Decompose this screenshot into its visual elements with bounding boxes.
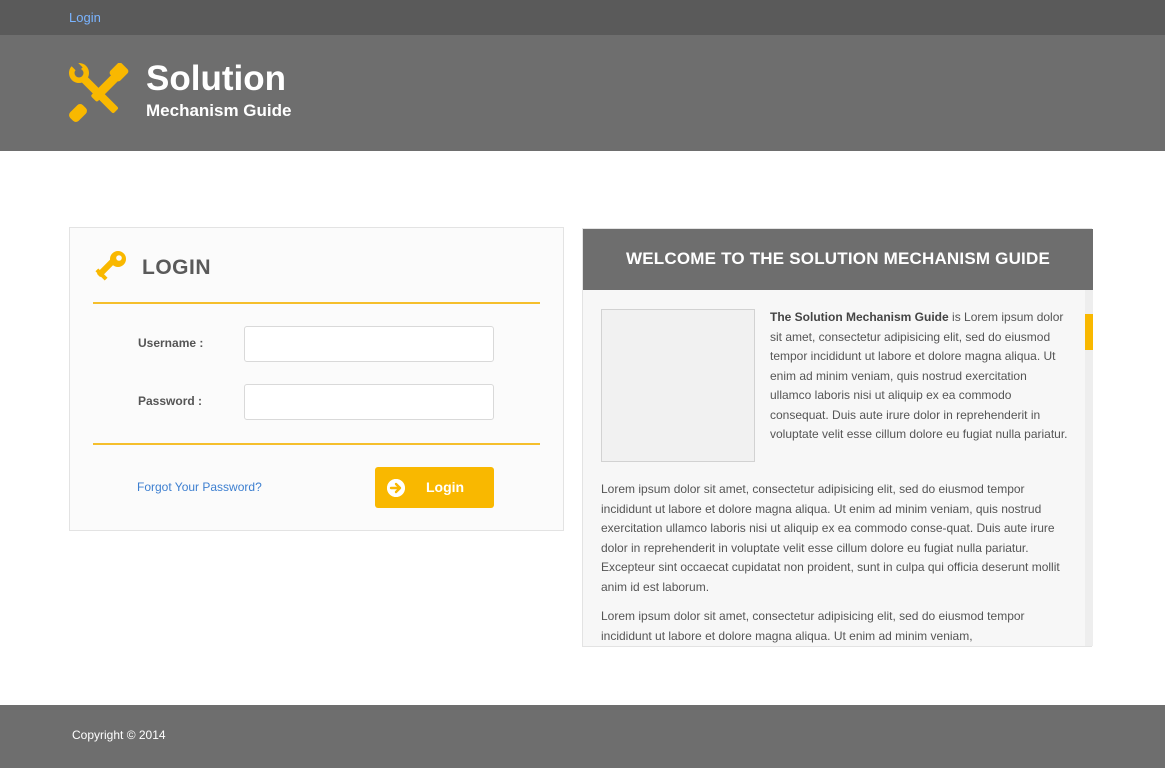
brand-title: Solution xyxy=(146,59,286,98)
scrollbar-thumb[interactable] xyxy=(1085,314,1093,350)
paragraph-1: Lorem ipsum dolor sit amet, consectetur … xyxy=(601,482,1060,594)
welcome-panel: WELCOME TO THE SOLUTION MECHANISM GUIDE … xyxy=(582,228,1093,647)
scrollbar-track[interactable] xyxy=(1085,290,1093,646)
login-panel: LOGIN Username : Password : Forgot Your … xyxy=(69,227,564,531)
welcome-body[interactable]: The Solution Mechanism Guide is Lorem ip… xyxy=(583,290,1093,646)
top-bar: Login xyxy=(0,0,1165,35)
intro-rest: is Lorem ipsum dolor sit amet, consectet… xyxy=(770,310,1068,441)
username-input[interactable] xyxy=(244,326,494,362)
username-label: Username : xyxy=(138,336,204,350)
site-footer: Copyright © 2014 xyxy=(0,705,1165,768)
divider-bottom xyxy=(93,443,540,445)
login-button-label: Login xyxy=(426,479,465,495)
divider-top xyxy=(93,302,540,304)
image-placeholder xyxy=(601,309,755,462)
welcome-header: WELCOME TO THE SOLUTION MECHANISM GUIDE xyxy=(583,229,1093,290)
password-input[interactable] xyxy=(244,384,494,420)
intro-text: The Solution Mechanism Guide is Lorem ip… xyxy=(770,308,1068,445)
login-button[interactable]: Login xyxy=(375,467,494,508)
key-icon xyxy=(95,251,126,281)
paragraph-2: Lorem ipsum dolor sit amet, consectetur … xyxy=(601,609,1025,643)
site-header: Solution Mechanism Guide xyxy=(0,35,1165,151)
copyright-text: Copyright © 2014 xyxy=(72,728,166,742)
login-title: LOGIN xyxy=(142,256,211,279)
forgot-password-link[interactable]: Forgot Your Password? xyxy=(137,480,262,494)
arrow-right-circle-icon xyxy=(387,479,405,497)
intro-bold: The Solution Mechanism Guide xyxy=(770,310,949,324)
brand-subtitle: Mechanism Guide xyxy=(146,101,292,120)
top-login-link[interactable]: Login xyxy=(69,10,101,25)
wrench-screwdriver-icon xyxy=(69,63,129,122)
password-label: Password : xyxy=(138,394,203,408)
welcome-title: WELCOME TO THE SOLUTION MECHANISM GUIDE xyxy=(626,249,1050,268)
